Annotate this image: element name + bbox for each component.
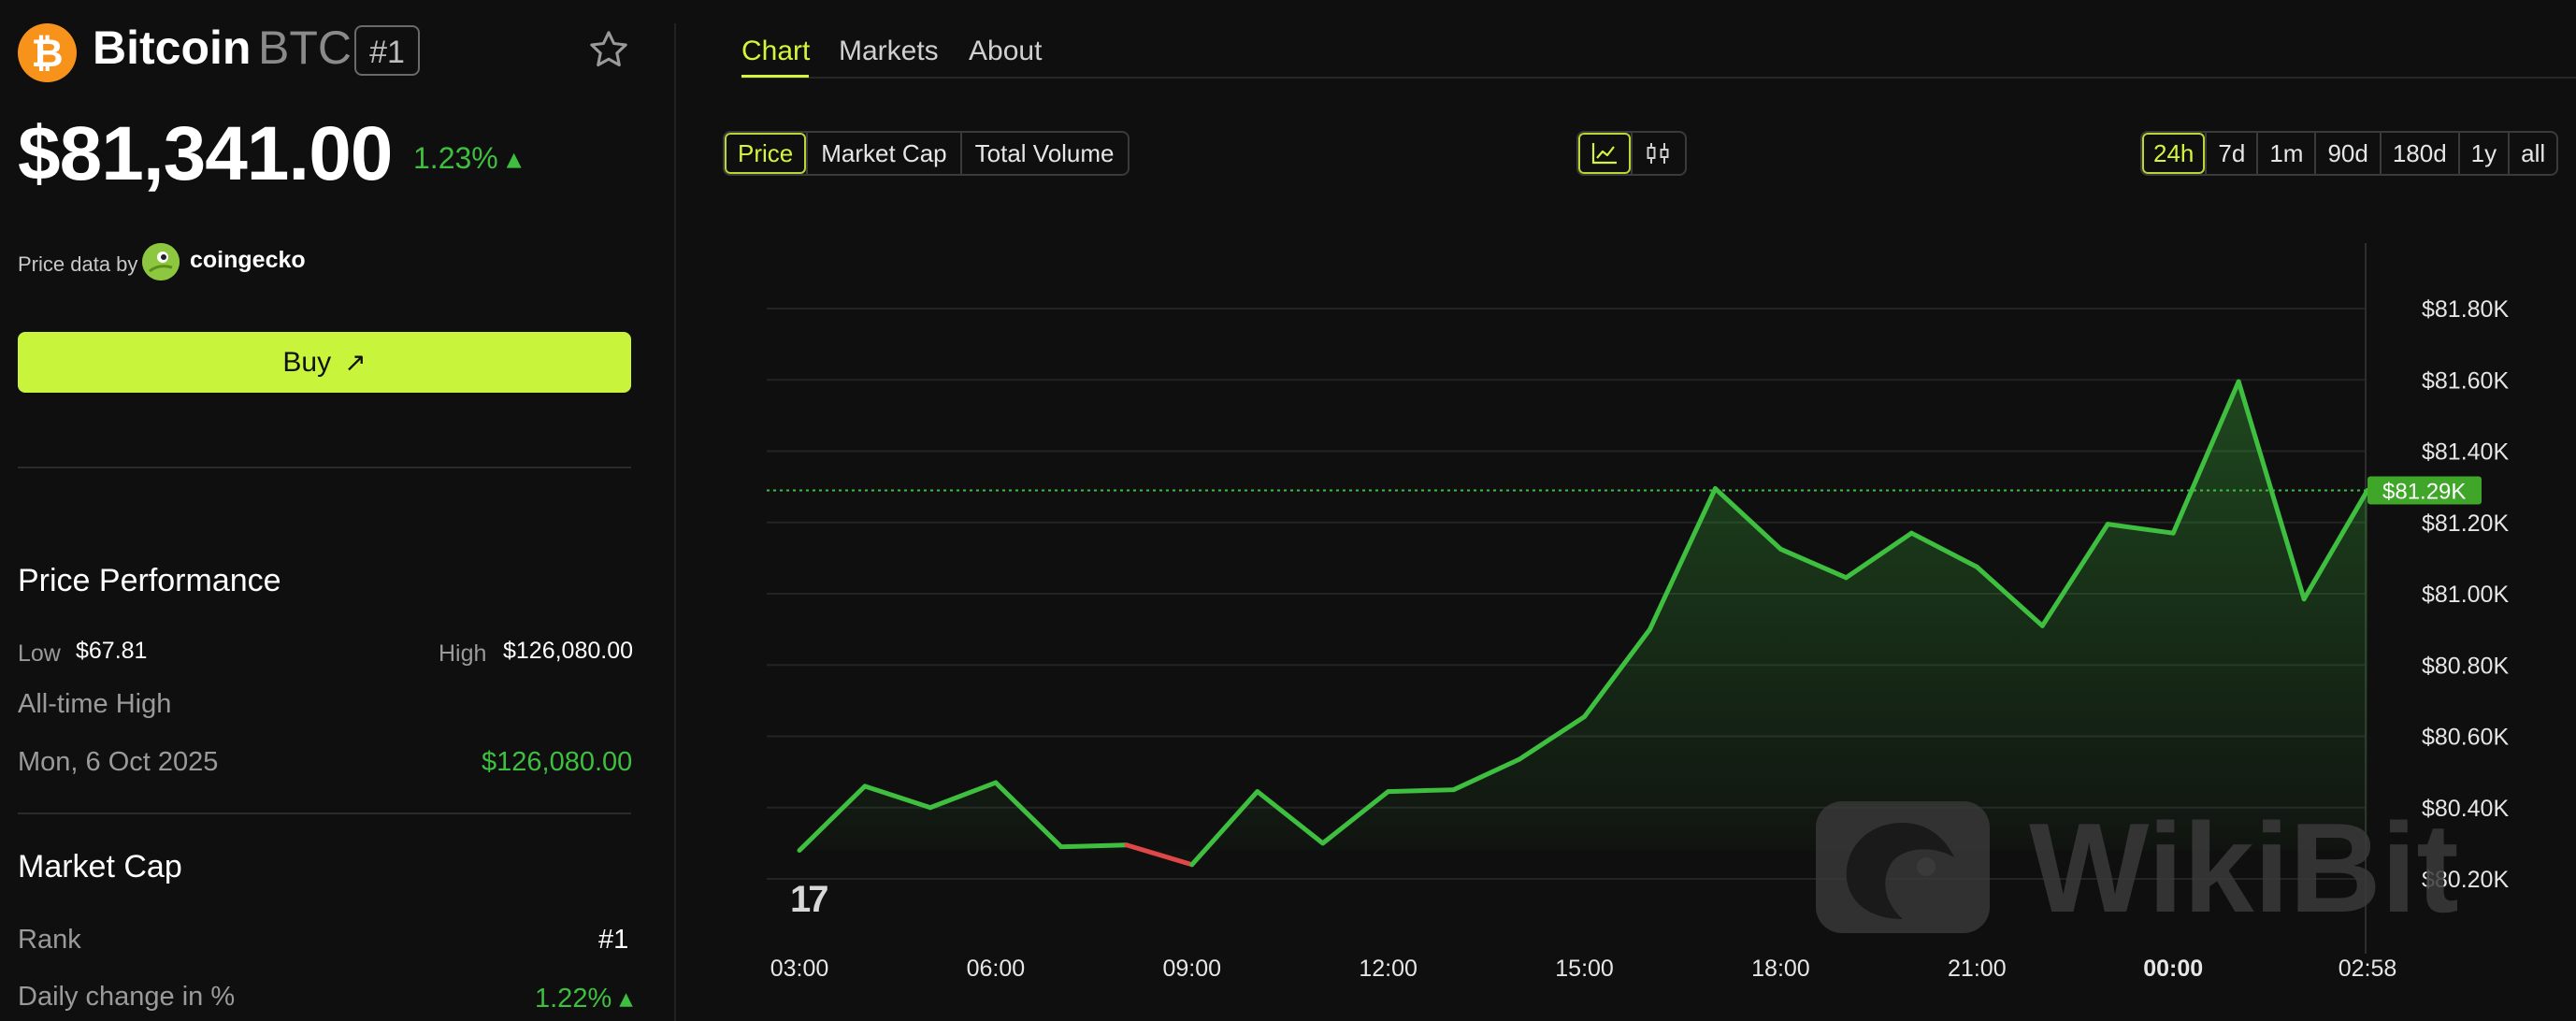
- watermark-text: WikiBit: [2029, 799, 2459, 935]
- y-tick-label: $81.80K: [2422, 296, 2509, 323]
- rank-value: #1: [598, 925, 629, 955]
- buy-button[interactable]: Buy ↗: [18, 332, 631, 393]
- line-chart-icon[interactable]: [1578, 133, 1631, 174]
- y-tick-label: $80.60K: [2422, 725, 2509, 751]
- panel-separator: [674, 23, 676, 1021]
- ath-date: Mon, 6 Oct 2025: [18, 747, 219, 777]
- high-label: High: [439, 640, 487, 667]
- coin-name: Bitcoin: [93, 22, 252, 74]
- tab-markets[interactable]: Markets: [839, 36, 939, 67]
- metric-market-cap-button[interactable]: Market Cap: [806, 133, 959, 174]
- x-tick-label: 18:00: [1751, 956, 1810, 982]
- metric-total-volume-button[interactable]: Total Volume: [959, 133, 1128, 174]
- active-tab-indicator: [741, 75, 809, 78]
- range-7d-button[interactable]: 7d: [2205, 133, 2256, 174]
- metric-toggle-group: Price Market Cap Total Volume: [723, 131, 1130, 176]
- range-24h-button[interactable]: 24h: [2142, 133, 2206, 174]
- current-price-label: $81.29K: [2382, 479, 2466, 504]
- coingecko-logo-icon: [142, 243, 180, 280]
- price-area: [799, 381, 2367, 865]
- daily-change-value: 1.22% ▴: [535, 984, 633, 1014]
- divider: [18, 467, 631, 468]
- y-tick-label: $81.00K: [2422, 582, 2509, 608]
- market-cap-title: Market Cap: [18, 849, 182, 884]
- y-tick-label: $81.40K: [2422, 439, 2509, 466]
- price-performance-title: Price Performance: [18, 563, 281, 598]
- time-range-group: 24h 7d 1m 90d 180d 1y all: [2140, 131, 2559, 176]
- current-price: $81,341.00: [18, 111, 393, 196]
- x-tick-label: 12:00: [1359, 956, 1418, 982]
- price-change: 1.23% ▴: [413, 141, 522, 175]
- coingecko-name[interactable]: coingecko: [190, 247, 306, 274]
- star-icon[interactable]: [587, 28, 630, 71]
- range-1y-button[interactable]: 1y: [2457, 133, 2508, 174]
- rank-label: Rank: [18, 925, 81, 955]
- y-tick-label: $80.80K: [2422, 653, 2509, 679]
- coin-symbol: BTC: [258, 22, 352, 74]
- x-tick-label: 02:58: [2339, 956, 2397, 982]
- x-tick-label: 03:00: [770, 956, 829, 982]
- daily-change-label: Daily change in %: [18, 982, 236, 1012]
- y-tick-label: $81.20K: [2422, 510, 2509, 537]
- chart-view-toggle-group: [1576, 131, 1687, 176]
- tab-about[interactable]: About: [969, 36, 1042, 67]
- range-90d-button[interactable]: 90d: [2314, 133, 2379, 174]
- buy-label: Buy: [282, 347, 332, 378]
- arrow-up-right-icon: ↗: [344, 348, 367, 377]
- range-180d-button[interactable]: 180d: [2379, 133, 2458, 174]
- tab-chart[interactable]: Chart: [741, 36, 810, 67]
- tabs-divider: [741, 77, 2576, 79]
- candlestick-icon[interactable]: [1631, 133, 1685, 174]
- divider: [18, 812, 631, 814]
- x-tick-label: 00:00: [2143, 956, 2203, 982]
- ath-value: $126,080.00: [482, 747, 633, 777]
- price-data-label: Price data by: [18, 252, 138, 276]
- range-all-button[interactable]: all: [2508, 133, 2556, 174]
- x-tick-label: 15:00: [1555, 956, 1614, 982]
- price-line-segment: [1058, 842, 1130, 850]
- x-tick-label: 09:00: [1162, 956, 1221, 982]
- y-tick-label: $81.60K: [2422, 367, 2509, 394]
- low-label: Low: [18, 640, 61, 667]
- tradingview-logo-icon: 17: [790, 879, 827, 920]
- low-value: $67.81: [76, 638, 148, 664]
- x-tick-label: 06:00: [967, 956, 1026, 982]
- range-1m-button[interactable]: 1m: [2256, 133, 2314, 174]
- x-tick-label: 21:00: [1948, 956, 2007, 982]
- rank-badge: #1: [354, 25, 420, 76]
- ath-label: All-time High: [18, 689, 172, 719]
- high-value: $126,080.00: [503, 638, 634, 664]
- bitcoin-logo-icon: ₿: [18, 23, 77, 82]
- wikibit-watermark: WikiBit: [1814, 797, 2576, 939]
- price-line-segment: [1386, 787, 1457, 795]
- metric-price-button[interactable]: Price: [725, 133, 807, 174]
